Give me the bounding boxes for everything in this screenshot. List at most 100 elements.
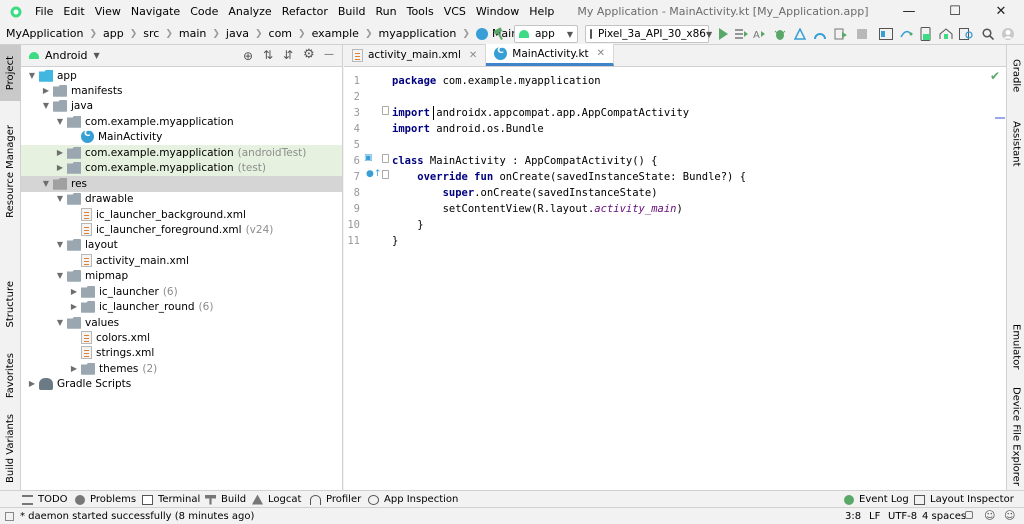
tool-tab-device-file-explorer[interactable]: Device File Explorer xyxy=(1007,385,1024,487)
tree-node-res[interactable]: ▼ res xyxy=(21,176,342,192)
tree-node-colors[interactable]: colors.xml xyxy=(21,330,342,346)
profile-icon[interactable] xyxy=(812,26,828,42)
tree-node-manifests[interactable]: ▶ manifests xyxy=(21,83,342,99)
tool-tab-terminal[interactable]: Terminal xyxy=(142,491,200,508)
debug-icon[interactable] xyxy=(772,26,788,42)
override-gutter-icon[interactable]: ●↑ xyxy=(366,169,381,179)
avatar[interactable] xyxy=(1000,26,1016,42)
code-line[interactable]: package com.example.myapplication xyxy=(392,75,601,87)
menu-edit[interactable]: Edit xyxy=(58,0,89,23)
coverage-icon[interactable] xyxy=(792,26,808,42)
tree-node-values[interactable]: ▼ values xyxy=(21,315,342,331)
tool-tab-logcat[interactable]: Logcat xyxy=(252,491,301,508)
tree-node-package-androidtest[interactable]: ▶ com.example.myapplication (androidTest) xyxy=(21,145,342,161)
menu-view[interactable]: View xyxy=(90,0,126,23)
menu-tools[interactable]: Tools xyxy=(402,0,439,23)
tool-tab-event-log[interactable]: Event Log xyxy=(844,491,909,508)
tree-node-activity-main[interactable]: activity_main.xml xyxy=(21,253,342,269)
indent-setting[interactable]: 4 spaces xyxy=(922,511,966,522)
hammer-icon[interactable] xyxy=(492,26,508,42)
fold-icon[interactable] xyxy=(382,154,389,163)
expand-all-icon[interactable]: ⇅ xyxy=(263,48,273,62)
locate-icon[interactable]: ⊕ xyxy=(243,49,253,63)
tool-tab-project[interactable]: Project xyxy=(0,45,21,101)
tree-node-package-test[interactable]: ▶ com.example.myapplication (test) xyxy=(21,160,342,176)
breadcrumb-project[interactable]: MyApplication ❯ xyxy=(0,27,97,40)
maximize-button[interactable]: ☐ xyxy=(932,0,978,23)
search-everywhere-icon[interactable] xyxy=(980,26,996,42)
caret-position[interactable]: 3:8 xyxy=(845,511,861,522)
code-line[interactable]: import androidx.appcompat.app.AppCompatA… xyxy=(392,107,689,119)
project-structure-icon[interactable] xyxy=(878,26,894,42)
run-icon[interactable] xyxy=(715,26,731,42)
tool-tab-build-variants[interactable]: Build Variants xyxy=(0,411,21,485)
lock-icon[interactable] xyxy=(965,511,973,519)
code-line[interactable]: } xyxy=(392,219,423,231)
tree-node-ic-launcher-foreground[interactable]: ic_launcher_foreground.xml (v24) xyxy=(21,222,342,238)
run-gutter-icon[interactable]: ▣ xyxy=(364,153,373,163)
tool-tab-build[interactable]: Build xyxy=(205,491,246,508)
sdk-manager-icon[interactable] xyxy=(938,26,954,42)
close-icon[interactable]: ✕ xyxy=(469,50,477,61)
tree-node-strings[interactable]: strings.xml xyxy=(21,345,342,361)
menu-help[interactable]: Help xyxy=(524,0,559,23)
avd-manager-icon[interactable] xyxy=(918,26,934,42)
tool-tab-structure[interactable]: Structure xyxy=(0,269,21,339)
close-icon[interactable]: ✕ xyxy=(597,48,605,59)
tree-node-java[interactable]: ▼ java xyxy=(21,98,342,114)
attach-debugger-icon[interactable] xyxy=(833,26,849,42)
tool-tab-profiler[interactable]: Profiler xyxy=(310,491,361,508)
breadcrumb-com[interactable]: com ❯ xyxy=(263,27,306,40)
menu-code[interactable]: Code xyxy=(185,0,223,23)
breadcrumb-module[interactable]: app ❯ xyxy=(97,27,137,40)
code-line[interactable]: setContentView(R.layout.activity_main) xyxy=(392,203,683,215)
menu-navigate[interactable]: Navigate xyxy=(126,0,185,23)
code-line[interactable]: class MainActivity : AppCompatActivity()… xyxy=(392,155,658,167)
code-line[interactable]: super.onCreate(savedInstanceState) xyxy=(392,187,658,199)
notification-icon[interactable]: ☺ xyxy=(1004,509,1015,522)
tree-node-drawable[interactable]: ▼ drawable xyxy=(21,191,342,207)
run-configuration-select[interactable]: app ▼ xyxy=(514,25,578,43)
menu-run[interactable]: Run xyxy=(371,0,402,23)
code-line[interactable]: } xyxy=(392,235,398,247)
tool-tab-app-inspection[interactable]: App Inspection xyxy=(368,491,458,508)
project-view-select[interactable]: Android ▼ xyxy=(45,49,100,62)
tool-tab-problems[interactable]: Problems xyxy=(75,491,136,508)
file-encoding[interactable]: UTF-8 xyxy=(888,511,917,522)
tool-tab-resource-manager[interactable]: Resource Manager xyxy=(0,105,21,237)
hide-icon[interactable]: — xyxy=(324,49,334,60)
tree-node-mainactivity[interactable]: MainActivity xyxy=(21,129,342,145)
tree-node-mipmap[interactable]: ▼ mipmap xyxy=(21,268,342,284)
breadcrumb-example[interactable]: example ❯ xyxy=(306,27,373,40)
minimize-button[interactable]: — xyxy=(886,0,932,23)
stop-icon[interactable] xyxy=(854,26,870,42)
close-button[interactable]: ✕ xyxy=(978,0,1024,23)
tool-tab-layout-inspector[interactable]: Layout Inspector xyxy=(914,491,1014,508)
tree-node-ic-launcher-round[interactable]: ▶ ic_launcher_round (6) xyxy=(21,299,342,315)
menu-file[interactable]: File xyxy=(30,0,58,23)
tree-node-ic-launcher[interactable]: ▶ ic_launcher (6) xyxy=(21,284,342,300)
tree-node-gradle-scripts[interactable]: ▶ Gradle Scripts xyxy=(21,376,342,392)
tab-activity-main-xml[interactable]: activity_main.xml ✕ xyxy=(344,44,487,66)
tool-tab-emulator[interactable]: Emulator xyxy=(1007,317,1024,377)
line-separator[interactable]: LF xyxy=(869,511,880,522)
gear-icon[interactable]: ⚙ xyxy=(303,47,315,62)
device-select[interactable]: Pixel_3a_API_30_x86 ▼ xyxy=(585,25,712,43)
breadcrumb-main[interactable]: main ❯ xyxy=(173,27,220,40)
breadcrumb-src[interactable]: src ❯ xyxy=(137,27,173,40)
tool-tab-favorites[interactable]: Favorites xyxy=(0,345,21,407)
fold-icon[interactable] xyxy=(382,170,389,179)
status-message[interactable]: * daemon started successfully (8 minutes… xyxy=(20,511,254,522)
smiley-icon[interactable]: ☺ xyxy=(984,509,995,522)
menu-build[interactable]: Build xyxy=(333,0,371,23)
code-line[interactable]: import android.os.Bundle xyxy=(392,123,544,135)
apply-code-changes-icon[interactable]: A xyxy=(752,26,768,42)
tree-node-layout[interactable]: ▼ layout xyxy=(21,237,342,253)
tool-tab-todo[interactable]: TODO xyxy=(22,491,68,508)
tab-mainactivity-kt[interactable]: MainActivity.kt ✕ xyxy=(486,44,615,66)
tool-tab-gradle[interactable]: Gradle xyxy=(1007,51,1024,101)
tool-tab-assistant[interactable]: Assistant xyxy=(1007,111,1024,177)
breadcrumb-package[interactable]: myapplication ❯ xyxy=(372,27,469,40)
tree-node-themes[interactable]: ▶ themes (2) xyxy=(21,361,342,377)
menu-analyze[interactable]: Analyze xyxy=(223,0,276,23)
